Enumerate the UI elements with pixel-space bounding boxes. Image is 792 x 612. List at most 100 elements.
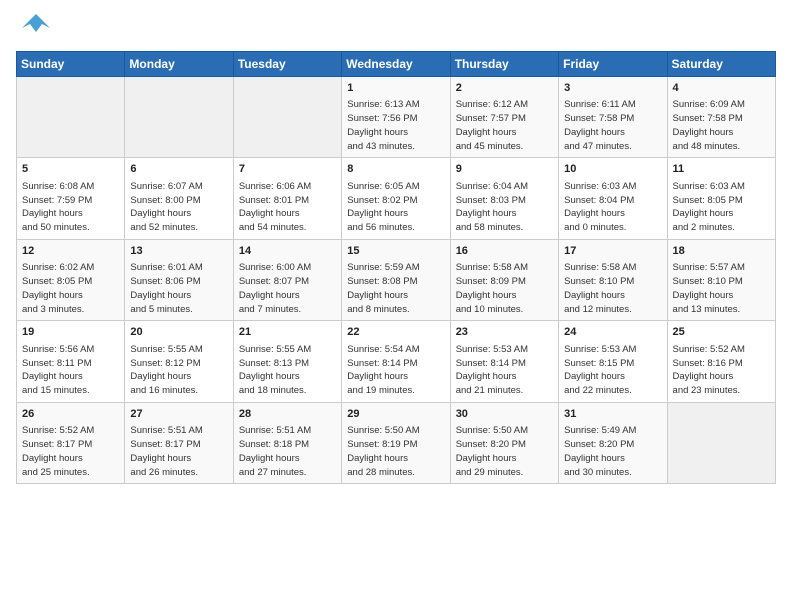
daylight-minutes: and 27 minutes.: [239, 467, 307, 478]
sunrise-text: Sunrise: 6:07 AM: [130, 181, 202, 192]
day-info: Sunrise: 5:57 AMSunset: 8:10 PMDaylight …: [673, 261, 770, 316]
calendar-cell: 14 Sunrise: 6:00 AM Sunset: 8:07 PM Dayligh…: [233, 239, 341, 320]
daylight-minutes: and 10 minutes.: [456, 304, 524, 315]
daylight-label: Daylight hours: [22, 453, 83, 464]
daylight-minutes: and 5 minutes.: [130, 304, 192, 315]
weekday-header: Tuesday: [233, 52, 341, 77]
sunrise-text: Sunrise: 5:52 AM: [22, 425, 94, 436]
daylight-label: Daylight hours: [456, 208, 517, 219]
calendar-cell: 22 Sunrise: 5:54 AMSunset: 8:14 PMDayligh…: [342, 321, 450, 402]
daylight-label: Daylight hours: [564, 290, 625, 301]
calendar-cell: 10Sunrise: 6:03 AMSunset: 8:04 PMDayligh…: [559, 158, 667, 239]
day-number: 8: [347, 162, 444, 177]
day-info: Sunrise: 6:02 AMSunset: 8:05 PMDaylight …: [22, 261, 119, 316]
sunrise-text: Sunrise: 6:00 AM: [239, 262, 311, 273]
sunset-text: Sunset: 8:18 PM: [239, 439, 309, 450]
day-number: 22: [347, 325, 444, 340]
calendar-week-row: 12Sunrise: 6:02 AMSunset: 8:05 PMDayligh…: [17, 239, 776, 320]
daylight-label: Daylight hours: [456, 371, 517, 382]
calendar: SundayMondayTuesdayWednesdayThursdayFrid…: [16, 51, 776, 484]
day-number: 3: [564, 81, 661, 96]
day-number: 9: [456, 162, 553, 177]
daylight-label: Daylight hours: [347, 208, 408, 219]
day-number: 25: [673, 325, 770, 340]
sunrise-text: Sunrise: 6:04 AM: [456, 181, 528, 192]
calendar-cell: 8Sunrise: 6:05 AMSunset: 8:02 PMDaylight…: [342, 158, 450, 239]
sunset-text: Sunset: 8:20 PM: [456, 439, 526, 450]
logo-bird-icon: [22, 10, 50, 43]
daylight-label: Daylight hours: [347, 371, 408, 382]
daylight-label: Daylight hours: [673, 371, 734, 382]
day-info: Sunrise: 5:50 AMSunset: 8:19 PMDaylight …: [347, 424, 444, 479]
day-number: 19: [22, 325, 119, 340]
calendar-cell: 11Sunrise: 6:03 AMSunset: 8:05 PMDayligh…: [667, 158, 775, 239]
daylight-label: Daylight hours: [239, 290, 300, 301]
calendar-cell: 30Sunrise: 5:50 AMSunset: 8:20 PMDayligh…: [450, 402, 558, 483]
day-info: Sunrise: 6:00 AM Sunset: 8:07 PM Daylight …: [239, 261, 336, 316]
daylight-minutes: and 30 minutes.: [564, 467, 632, 478]
day-info: Sunrise: 5:49 AMSunset: 8:20 PMDaylight …: [564, 424, 661, 479]
daylight-label: Daylight hours: [130, 453, 191, 464]
sunset-text: Sunset: 8:06 PM: [130, 276, 200, 287]
daylight-label: Daylight hours: [130, 290, 191, 301]
calendar-cell: 3Sunrise: 6:11 AMSunset: 7:58 PMDaylight…: [559, 77, 667, 158]
daylight-label: Daylight hours: [564, 127, 625, 138]
day-number: 18: [673, 244, 770, 259]
daylight-minutes: and 50 minutes.: [22, 222, 90, 233]
day-info: Sunrise: 5:54 AMSunset: 8:14 PMDaylight …: [347, 343, 444, 398]
sunset-text: Sunset: 8:00 PM: [130, 195, 200, 206]
calendar-cell: [233, 77, 341, 158]
day-info: Sunrise: 6:01 AM Sunset: 8:06 PM Daylight …: [130, 261, 227, 316]
day-number: 17: [564, 244, 661, 259]
daylight-label: Daylight hours: [347, 290, 408, 301]
calendar-cell: 24Sunrise: 5:53 AMSunset: 8:15 PMDayligh…: [559, 321, 667, 402]
day-number: 1: [347, 81, 444, 96]
day-number: 15: [347, 244, 444, 259]
sunrise-text: Sunrise: 6:01 AM: [130, 262, 202, 273]
calendar-week-row: 5 Sunrise: 6:08 AMSunset: 7:59 PMDaylight…: [17, 158, 776, 239]
sunrise-text: Sunrise: 5:56 AM: [22, 344, 94, 355]
calendar-cell: [17, 77, 125, 158]
day-info: Sunrise: 5:51 AMSunset: 8:17 PMDaylight …: [130, 424, 227, 479]
daylight-minutes: and 22 minutes.: [564, 385, 632, 396]
calendar-cell: 7Sunrise: 6:06 AMSunset: 8:01 PMDaylight…: [233, 158, 341, 239]
calendar-cell: 4Sunrise: 6:09 AMSunset: 7:58 PMDaylight…: [667, 77, 775, 158]
daylight-label: Daylight hours: [130, 371, 191, 382]
daylight-minutes: and 58 minutes.: [456, 222, 524, 233]
day-number: 13: [130, 244, 227, 259]
sunset-text: Sunset: 8:05 PM: [673, 195, 743, 206]
sunset-text: Sunset: 8:07 PM: [239, 276, 309, 287]
sunrise-text: Sunrise: 5:50 AM: [347, 425, 419, 436]
page: SundayMondayTuesdayWednesdayThursdayFrid…: [0, 0, 792, 500]
sunset-text: Sunset: 8:19 PM: [347, 439, 417, 450]
day-info: Sunrise: 6:08 AMSunset: 7:59 PMDaylight …: [22, 180, 119, 235]
calendar-cell: 29Sunrise: 5:50 AMSunset: 8:19 PMDayligh…: [342, 402, 450, 483]
daylight-minutes: and 12 minutes.: [564, 304, 632, 315]
calendar-cell: 13 Sunrise: 6:01 AM Sunset: 8:06 PM Dayligh…: [125, 239, 233, 320]
sunrise-text: Sunrise: 5:53 AM: [564, 344, 636, 355]
logo: [16, 10, 50, 43]
sunset-text: Sunset: 7:56 PM: [347, 113, 417, 124]
sunset-text: Sunset: 8:16 PM: [673, 358, 743, 369]
day-number: 23: [456, 325, 553, 340]
daylight-minutes: and 16 minutes.: [130, 385, 198, 396]
sunrise-text: Sunrise: 5:58 AM: [456, 262, 528, 273]
day-number: 11: [673, 162, 770, 177]
daylight-minutes: and 8 minutes.: [347, 304, 409, 315]
day-number: 5: [22, 162, 119, 177]
day-info: Sunrise: 5:51 AMSunset: 8:18 PMDaylight …: [239, 424, 336, 479]
day-info: Sunrise: 5:56 AMSunset: 8:11 PMDaylight …: [22, 343, 119, 398]
sunrise-text: Sunrise: 6:09 AM: [673, 99, 745, 110]
daylight-label: Daylight hours: [564, 208, 625, 219]
calendar-cell: 31Sunrise: 5:49 AMSunset: 8:20 PMDayligh…: [559, 402, 667, 483]
daylight-label: Daylight hours: [673, 290, 734, 301]
sunrise-text: Sunrise: 6:12 AM: [456, 99, 528, 110]
day-number: 14: [239, 244, 336, 259]
sunset-text: Sunset: 8:01 PM: [239, 195, 309, 206]
daylight-minutes: and 48 minutes.: [673, 141, 741, 152]
sunset-text: Sunset: 8:08 PM: [347, 276, 417, 287]
sunset-text: Sunset: 8:13 PM: [239, 358, 309, 369]
sunrise-text: Sunrise: 5:52 AM: [673, 344, 745, 355]
day-number: 28: [239, 407, 336, 422]
daylight-minutes: and 29 minutes.: [456, 467, 524, 478]
